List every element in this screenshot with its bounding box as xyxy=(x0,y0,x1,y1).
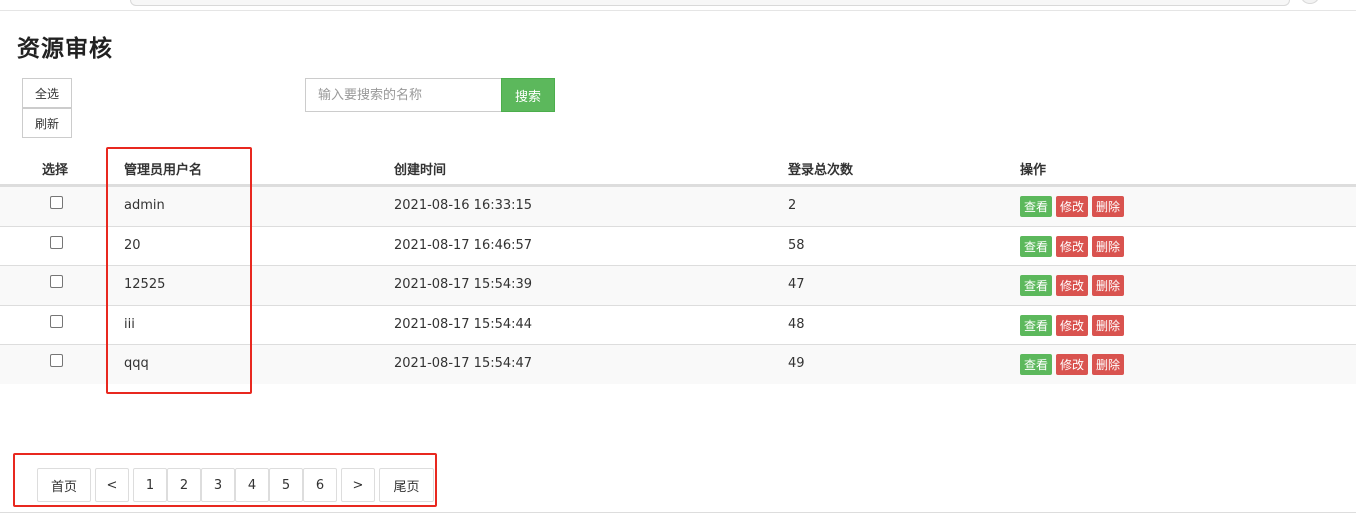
username-column-highlight xyxy=(106,147,252,394)
edit-button[interactable]: 修改 xyxy=(1056,354,1089,376)
search-button[interactable]: 搜索 xyxy=(501,78,555,112)
browser-control-edge xyxy=(1300,0,1320,4)
delete-button[interactable]: 删除 xyxy=(1092,235,1125,257)
cell-created-time: 2021-08-17 16:46:57 xyxy=(394,237,533,253)
row-checkbox[interactable] xyxy=(50,196,63,209)
edit-button[interactable]: 修改 xyxy=(1056,235,1089,257)
row-actions: 查看 修改 删除 xyxy=(1020,235,1125,257)
edit-button[interactable]: 修改 xyxy=(1056,275,1089,297)
delete-button[interactable]: 删除 xyxy=(1092,275,1125,297)
header-created-time: 创建时间 xyxy=(394,163,447,178)
address-bar-edge xyxy=(130,0,1290,6)
row-checkbox[interactable] xyxy=(50,354,63,368)
refresh-button[interactable]: 刷新 xyxy=(22,108,72,138)
footer-divider xyxy=(0,512,1356,513)
cell-login-count: 58 xyxy=(788,237,805,253)
cell-login-count: 49 xyxy=(788,356,805,372)
select-all-button[interactable]: 全选 xyxy=(22,78,72,108)
row-checkbox[interactable] xyxy=(50,235,63,249)
cell-created-time: 2021-08-17 15:54:47 xyxy=(394,356,533,372)
view-button[interactable]: 查看 xyxy=(1020,235,1053,257)
header-divider xyxy=(0,10,1356,11)
view-button[interactable]: 查看 xyxy=(1020,196,1053,217)
cell-created-time: 2021-08-16 16:33:15 xyxy=(394,198,533,213)
header-login-count: 登录总次数 xyxy=(788,163,854,178)
row-actions: 查看 修改 删除 xyxy=(1020,354,1125,376)
delete-button[interactable]: 删除 xyxy=(1092,314,1125,336)
delete-button[interactable]: 删除 xyxy=(1092,354,1125,376)
header-select: 选择 xyxy=(42,163,69,178)
view-button[interactable]: 查看 xyxy=(1020,354,1053,376)
pagination-highlight xyxy=(13,453,437,507)
view-button[interactable]: 查看 xyxy=(1020,314,1053,336)
delete-button[interactable]: 删除 xyxy=(1092,196,1125,217)
row-checkbox[interactable] xyxy=(50,275,63,289)
row-actions: 查看 修改 删除 xyxy=(1020,196,1125,217)
page-title: 资源审核 xyxy=(17,36,113,62)
cell-created-time: 2021-08-17 15:54:44 xyxy=(394,316,533,332)
view-button[interactable]: 查看 xyxy=(1020,275,1053,297)
cell-login-count: 48 xyxy=(788,316,805,332)
row-actions: 查看 修改 删除 xyxy=(1020,275,1125,297)
search-input[interactable] xyxy=(305,78,501,112)
cell-login-count: 2 xyxy=(788,198,797,213)
row-actions: 查看 修改 删除 xyxy=(1020,314,1125,336)
cell-created-time: 2021-08-17 15:54:39 xyxy=(394,277,533,293)
cell-login-count: 47 xyxy=(788,277,805,293)
header-actions: 操作 xyxy=(1020,163,1047,178)
edit-button[interactable]: 修改 xyxy=(1056,196,1089,217)
edit-button[interactable]: 修改 xyxy=(1056,314,1089,336)
row-checkbox[interactable] xyxy=(50,314,63,328)
